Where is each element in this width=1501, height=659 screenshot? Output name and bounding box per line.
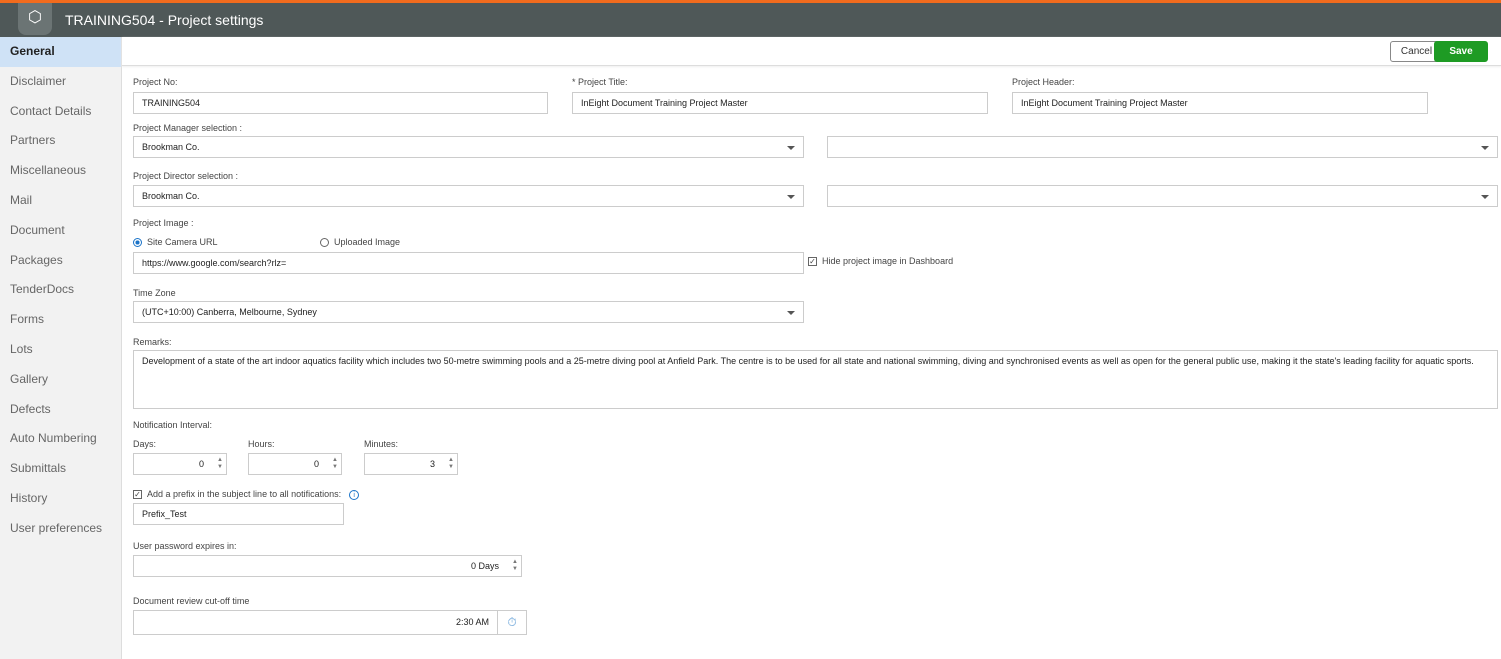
spinner-arrows-icon[interactable]: ▲ ▼ <box>217 457 223 471</box>
password-expiry-stepper[interactable]: 0 Days ▲ ▼ <box>133 555 522 577</box>
spinner-arrows-icon[interactable]: ▲ ▼ <box>448 457 454 471</box>
app-logo-icon: ⬡ <box>18 3 52 35</box>
uploaded-image-radio[interactable]: Uploaded Image <box>320 237 401 248</box>
cutoff-time-value: 2:30 AM <box>455 617 489 627</box>
uploaded-image-label: Uploaded Image <box>334 237 401 247</box>
project-title-label: * Project Title: <box>572 77 628 87</box>
page-title: TRAINING504 - Project settings <box>65 12 264 28</box>
minutes-label: Minutes: <box>364 439 399 449</box>
prefix-checkbox[interactable]: ✓ Add a prefix in the subject line to all… <box>133 489 360 500</box>
sidebar-item-document[interactable]: Document <box>0 216 121 246</box>
project-no-input[interactable]: TRAINING504 <box>133 92 548 114</box>
timezone-select[interactable]: (UTC+10:00) Canberra, Melbourne, Sydney <box>133 301 804 323</box>
sidebar: General Disclaimer Contact Details Partners… <box>0 37 122 659</box>
pm-label: Project Manager selection : <box>133 123 243 133</box>
sidebar-item-packages[interactable]: Packages <box>0 246 121 276</box>
pd-select[interactable]: Brookman Co. <box>133 185 804 207</box>
toolbar: Cancel Save <box>122 37 1501 66</box>
camera-url-input[interactable]: https://www.google.com/search?rlz= <box>133 252 804 274</box>
project-image-label: Project Image : <box>133 218 194 228</box>
sidebar-item-auto-numbering[interactable]: Auto Numbering <box>0 424 121 454</box>
password-expiry-label: User password expires in: <box>133 541 237 551</box>
project-header-label: Project Header: <box>1012 77 1075 87</box>
sidebar-item-partners[interactable]: Partners <box>0 126 121 156</box>
hours-value: 0 <box>313 459 319 469</box>
pd-label: Project Director selection : <box>133 171 239 181</box>
days-stepper[interactable]: 0 ▲ ▼ <box>133 453 227 475</box>
days-label: Days: <box>133 439 157 449</box>
hide-image-checkbox[interactable]: ✓ Hide project image in Dashboard <box>808 256 954 267</box>
password-expiry-value: 0 Days <box>470 561 499 571</box>
hide-image-label: Hide project image in Dashboard <box>822 256 954 266</box>
info-icon[interactable]: i <box>349 490 360 500</box>
top-bar: ⬡ TRAINING504 - Project settings <box>0 0 1501 37</box>
minutes-value: 3 <box>429 459 435 469</box>
sidebar-item-contact-details[interactable]: Contact Details <box>0 97 121 127</box>
pd-secondary-select[interactable] <box>827 185 1498 207</box>
pm-select[interactable]: Brookman Co. <box>133 136 804 158</box>
sidebar-item-forms[interactable]: Forms <box>0 305 121 335</box>
sidebar-item-lots[interactable]: Lots <box>0 335 121 365</box>
spinner-arrows-icon[interactable]: ▲ ▼ <box>332 457 338 471</box>
sidebar-item-history[interactable]: History <box>0 484 121 514</box>
prefix-input[interactable]: Prefix_Test <box>133 503 344 525</box>
site-camera-label: Site Camera URL <box>147 237 218 247</box>
days-value: 0 <box>198 459 204 469</box>
timezone-label: Time Zone <box>133 288 176 298</box>
clock-icon[interactable]: ⏱ <box>497 611 526 634</box>
sidebar-item-disclaimer[interactable]: Disclaimer <box>0 67 121 97</box>
sidebar-item-miscellaneous[interactable]: Miscellaneous <box>0 156 121 186</box>
sidebar-item-user-preferences[interactable]: User preferences <box>0 514 121 544</box>
spinner-arrows-icon[interactable]: ▲ ▼ <box>512 559 518 573</box>
sidebar-item-tenderdocs[interactable]: TenderDocs <box>0 275 121 305</box>
sidebar-item-general[interactable]: General <box>0 37 121 67</box>
prefix-label: Add a prefix in the subject line to all … <box>147 489 342 499</box>
project-title-input[interactable]: InEight Document Training Project Master <box>572 92 988 114</box>
remarks-label: Remarks: <box>133 337 172 347</box>
save-button[interactable]: Save <box>1434 41 1488 62</box>
project-no-label: Project No: <box>133 77 178 87</box>
sidebar-item-defects[interactable]: Defects <box>0 395 121 425</box>
minutes-stepper[interactable]: 3 ▲ ▼ <box>364 453 458 475</box>
project-header-input[interactable]: InEight Document Training Project Master <box>1012 92 1428 114</box>
remarks-textarea[interactable]: Development of a state of the art indoor… <box>133 350 1498 409</box>
cutoff-label: Document review cut-off time <box>133 596 250 606</box>
hours-label: Hours: <box>248 439 275 449</box>
hours-stepper[interactable]: 0 ▲ ▼ <box>248 453 342 475</box>
sidebar-item-mail[interactable]: Mail <box>0 186 121 216</box>
sidebar-item-gallery[interactable]: Gallery <box>0 365 121 395</box>
pm-secondary-select[interactable] <box>827 136 1498 158</box>
sidebar-item-submittals[interactable]: Submittals <box>0 454 121 484</box>
notification-interval-label: Notification Interval: <box>133 420 213 430</box>
cutoff-time-input[interactable]: 2:30 AM ⏱ <box>133 610 527 635</box>
site-camera-radio[interactable]: Site Camera URL <box>133 237 218 248</box>
